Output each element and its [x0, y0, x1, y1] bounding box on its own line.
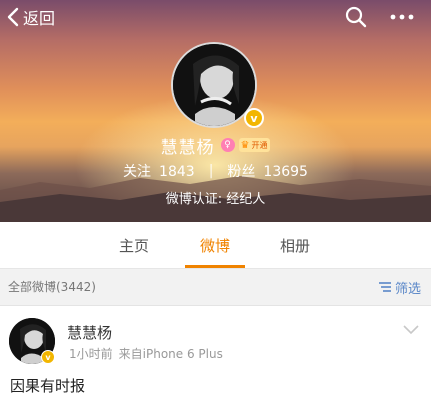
chevron-left-icon [7, 7, 19, 27]
verification-text: 微博认证: 经纪人 [165, 191, 266, 207]
following-label: 关注 [123, 164, 152, 180]
following-count: 1843 [159, 164, 195, 180]
avatar-photo [173, 44, 255, 126]
following-stat[interactable]: 关注 1843 [123, 161, 195, 181]
post-text: 因果有时报 [10, 377, 86, 395]
followers-stat[interactable]: 粉丝 13695 [227, 161, 308, 181]
post-verified-badge-icon: v [41, 350, 55, 364]
vip-badge[interactable]: ♛ 开通 [238, 138, 271, 152]
top-bar: 返回 [0, 0, 431, 34]
followers-count: 13695 [263, 164, 308, 180]
back-button[interactable]: 返回 [6, 6, 55, 28]
post-source: 来自iPhone 6 Plus [118, 347, 223, 361]
stats-row: 关注 1843 | 粉丝 13695 [0, 160, 431, 182]
chevron-down-icon[interactable] [401, 324, 421, 336]
filter-label: 筛选 [394, 281, 421, 297]
name-row: 慧慧杨 ♀ ♛ 开通 [0, 133, 431, 158]
search-icon[interactable] [344, 5, 368, 29]
tab-weibo[interactable]: 微博 [175, 222, 255, 268]
filter-button[interactable]: 筛选 [378, 276, 421, 298]
followers-label: 粉丝 [227, 164, 256, 180]
profile-tabs: 主页 微博 相册 [0, 222, 431, 269]
post-time: 1小时前 [69, 347, 113, 361]
profile-nickname: 慧慧杨 [160, 137, 215, 158]
tab-home[interactable]: 主页 [94, 222, 174, 268]
vip-badge-label: 开通 [251, 140, 268, 150]
filter-icon [378, 282, 391, 292]
filter-bar: 全部微博(3442) 筛选 [0, 269, 431, 306]
tab-album[interactable]: 相册 [255, 222, 335, 268]
crown-icon: ♛ [240, 139, 250, 151]
weibo-post[interactable]: v 慧慧杨 1小时前 来自iPhone 6 Plus 因果有时报 [0, 306, 431, 406]
all-weibo-count: 全部微博(3442) [8, 280, 96, 294]
stats-separator: | [208, 163, 214, 179]
post-meta: 1小时前 来自iPhone 6 Plus [69, 345, 223, 362]
female-icon: ♀ [220, 138, 235, 152]
verified-badge-icon: v [244, 108, 264, 128]
profile-cover: 返回 v 慧慧杨 ♀ ♛ 开通 关注 1843 | 粉丝 13695 微博认证:… [0, 0, 431, 222]
post-author[interactable]: 慧慧杨 [67, 322, 112, 343]
back-label: 返回 [23, 9, 56, 28]
more-dots-icon[interactable] [389, 8, 415, 26]
